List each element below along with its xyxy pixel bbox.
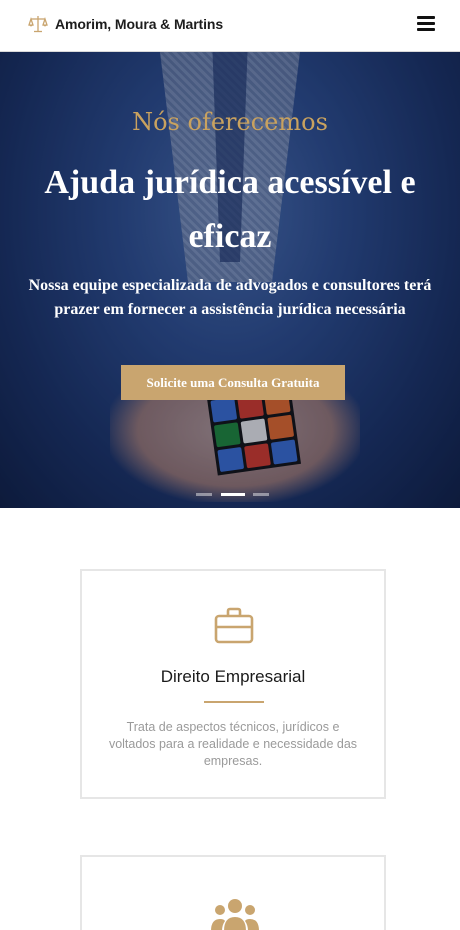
brand-name[interactable]: Amorim, Moura & Martins — [55, 16, 223, 32]
service-card-2[interactable] — [80, 855, 386, 930]
hero-lead: Nossa equipe especializada de advogados … — [28, 277, 432, 318]
hero-eyebrow: Nós oferecemos — [132, 108, 328, 136]
slider-pagination — [196, 493, 272, 497]
service-divider — [204, 701, 264, 703]
site-header: Amorim, Moura & Martins — [0, 0, 460, 52]
service-description: Trata de aspectos técnicos, jurídicos e … — [108, 720, 358, 768]
briefcase-icon — [214, 607, 254, 644]
users-group-icon — [211, 899, 259, 930]
scales-of-justice-icon[interactable] — [28, 14, 48, 34]
hero-headline: Ajuda jurídica acessível e eficaz — [44, 164, 416, 255]
hamburger-menu-icon[interactable] — [416, 16, 438, 34]
service-title: Direito Empresarial — [160, 667, 306, 686]
slider-dot-1[interactable] — [196, 493, 212, 496]
slider-dot-2[interactable] — [221, 493, 245, 496]
service-card-business-law[interactable]: Direito Empresarial Trata de aspectos té… — [80, 569, 386, 799]
request-consultation-button[interactable]: Solicite uma Consulta Gratuita — [121, 365, 345, 400]
hero-slider: Nós oferecemos Ajuda jurídica acessível … — [0, 52, 460, 508]
slider-dot-3[interactable] — [253, 493, 269, 496]
